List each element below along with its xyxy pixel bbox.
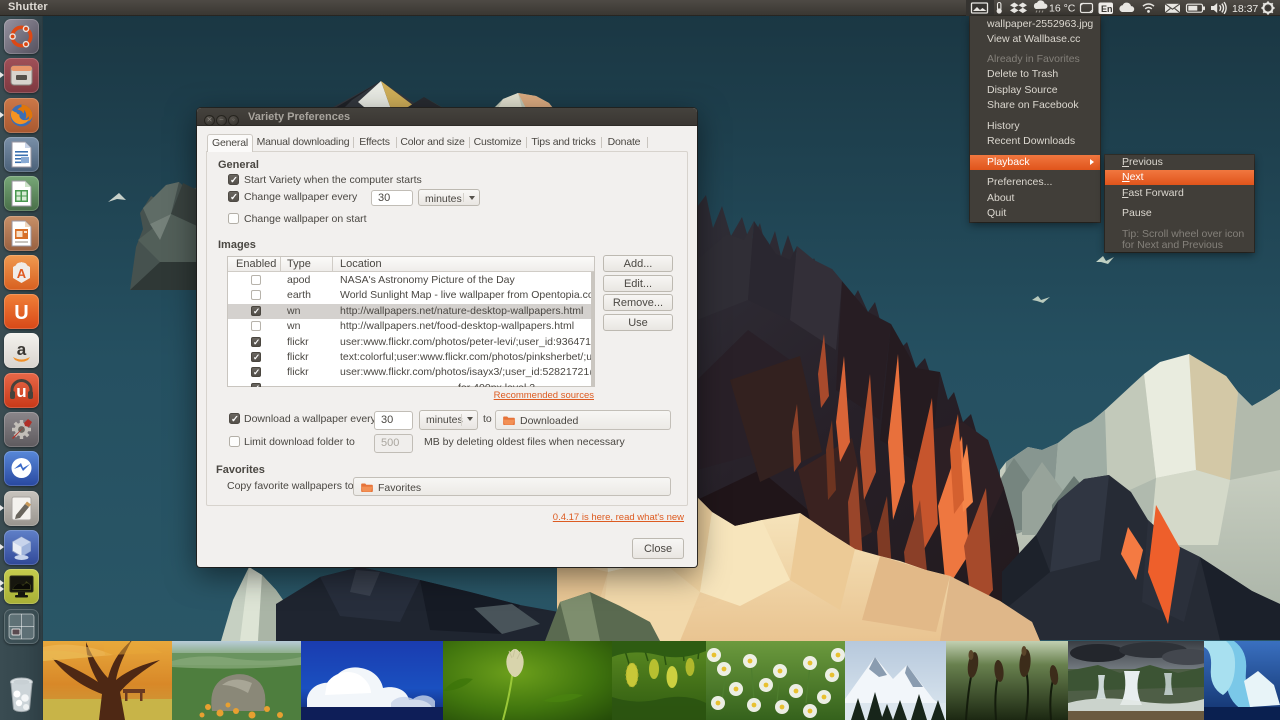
svg-text:A: A bbox=[17, 266, 27, 281]
svg-text:U: U bbox=[14, 302, 28, 324]
svg-text:u: u bbox=[16, 382, 26, 401]
svg-text:16 °C: 16 °C bbox=[1049, 3, 1076, 15]
svg-text:En: En bbox=[1101, 4, 1113, 14]
svg-text:a: a bbox=[17, 340, 27, 359]
svg-text:18:37: 18:37 bbox=[1232, 3, 1258, 15]
